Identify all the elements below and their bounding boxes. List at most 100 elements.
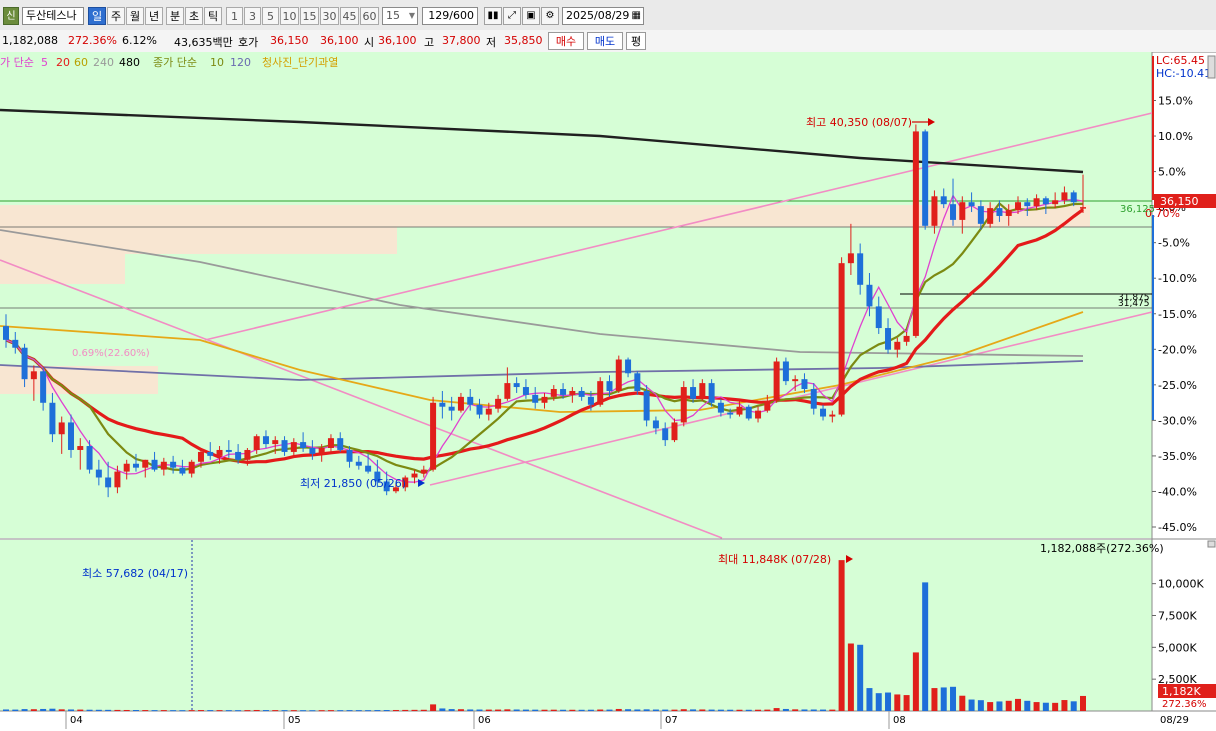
candle-body (485, 408, 492, 415)
volume-bar (847, 643, 854, 711)
volume-bar (708, 709, 715, 711)
volume-bar (838, 560, 845, 711)
flat-button[interactable]: 평 (626, 32, 646, 50)
interval-60[interactable]: 60 (360, 7, 379, 25)
interval-5[interactable]: 5 (262, 7, 279, 25)
period-second[interactable]: 초 (185, 7, 203, 25)
candle-body (587, 396, 594, 405)
period-month[interactable]: 월 (126, 7, 144, 25)
stock-chart[interactable]: 15.0%10.0%5.0%0.0%-5.0%-10.0%-15.0%-20.0… (0, 52, 1216, 731)
high-annotation: 최고 40,350 (08/07) (806, 116, 912, 129)
candle-body (188, 461, 195, 474)
volume-bar (810, 709, 817, 711)
volume-bar (996, 701, 1003, 711)
buy-button[interactable]: 매수 (548, 32, 584, 50)
stock-name-field[interactable]: 두산테스나 (22, 7, 84, 25)
volume-bar (857, 644, 864, 711)
count-field[interactable]: 129/600 (422, 7, 478, 25)
legend-signal: 청사진_단기과열 (262, 56, 338, 69)
period-week[interactable]: 주 (107, 7, 125, 25)
interval-1[interactable]: 1 (226, 7, 243, 25)
candle-body (810, 389, 817, 409)
save-icon[interactable]: ▣ (522, 7, 540, 25)
candle-body (476, 404, 483, 415)
volume-bar (792, 709, 799, 711)
candle-body (253, 436, 260, 450)
y-tick-label: -20.0% (1158, 343, 1197, 356)
candle-body (142, 459, 149, 468)
period-day[interactable]: 일 (88, 7, 106, 25)
candle-body (829, 414, 836, 417)
candle-body (337, 438, 344, 450)
candle-body (755, 410, 762, 419)
candle-body (532, 394, 539, 403)
date-field[interactable]: 2025/08/29 ▦ (562, 7, 644, 25)
volume-bar (495, 709, 502, 711)
gear-icon[interactable]: ⚙ (541, 7, 559, 25)
volume-bar (597, 709, 604, 711)
period-year[interactable]: 년 (145, 7, 163, 25)
interval-15[interactable]: 15 (300, 7, 319, 25)
candle-body (420, 469, 427, 474)
candle-body (569, 390, 576, 395)
candle-body (606, 381, 613, 391)
candle-body (578, 390, 585, 397)
ma-label-annotation: 0.69%(22.60%) (72, 348, 150, 359)
interval-3[interactable]: 3 (244, 7, 261, 25)
trade-amount: 43,635백만 (174, 36, 233, 49)
candle-body (931, 196, 938, 226)
volume-bar (392, 709, 399, 711)
period-minute[interactable]: 분 (166, 7, 184, 25)
volume-bar (355, 710, 362, 712)
period-tick[interactable]: 틱 (204, 7, 222, 25)
ask-price-1: 36,150 (270, 34, 309, 47)
volume-bar (327, 710, 334, 712)
volume-bar (625, 709, 632, 711)
candle-body (513, 383, 520, 388)
legend-prefix: 가 단순 (0, 56, 34, 69)
candle-body (430, 402, 437, 470)
interval-45[interactable]: 45 (340, 7, 359, 25)
volume-bar (1015, 698, 1022, 711)
volume-bar (922, 582, 929, 711)
high-label: 고 (424, 36, 435, 49)
calendar-icon[interactable]: ▦ (632, 8, 641, 24)
volume-bar (1052, 702, 1059, 711)
y-tick-label: -15.0% (1158, 308, 1197, 321)
open-label: 시 (364, 36, 375, 49)
volume-bar (253, 709, 260, 711)
x-label-jul: 07 (665, 715, 678, 726)
volume-bar (504, 709, 511, 711)
candle-body (12, 339, 19, 348)
volume-bar (197, 710, 204, 712)
hc-label: HC:-10.41 (1156, 67, 1211, 80)
legend-vol-prefix: 종가 단순 (153, 56, 197, 69)
volume-bar (365, 710, 372, 712)
volume-panel-bg (0, 540, 1152, 711)
low-annotation: 최저 21,850 (05/26) (300, 477, 406, 490)
volume-bar (866, 688, 873, 711)
interval-10[interactable]: 10 (280, 7, 299, 25)
candle-body (1024, 202, 1031, 207)
chart-type-icon[interactable]: ▮▮ (484, 7, 502, 25)
sell-button[interactable]: 매도 (587, 32, 623, 50)
y-tick-label: -30.0% (1158, 414, 1197, 427)
volume-ratio: 272.36% (68, 34, 117, 47)
date-value: 2025/08/29 (566, 9, 630, 22)
volume-bar (485, 709, 492, 711)
legend-ma60: 60 (74, 56, 88, 69)
volume-bar (615, 708, 622, 711)
code-badge[interactable]: 신 (3, 7, 19, 25)
volume-min-annotation: 최소 57,682 (04/17) (82, 567, 188, 580)
candle-body (1080, 207, 1086, 209)
interval-30[interactable]: 30 (320, 7, 339, 25)
candle-body (1061, 192, 1068, 201)
candle-body (207, 451, 214, 456)
volume-bar (513, 709, 520, 711)
tools-icon[interactable]: ⤢ (503, 7, 521, 25)
interval-select[interactable]: 15 ▼ (382, 7, 418, 25)
interval-select-value: 15 (386, 9, 400, 22)
volume-bar (132, 710, 139, 712)
volume-bar (21, 709, 28, 711)
candle-body (615, 359, 622, 391)
